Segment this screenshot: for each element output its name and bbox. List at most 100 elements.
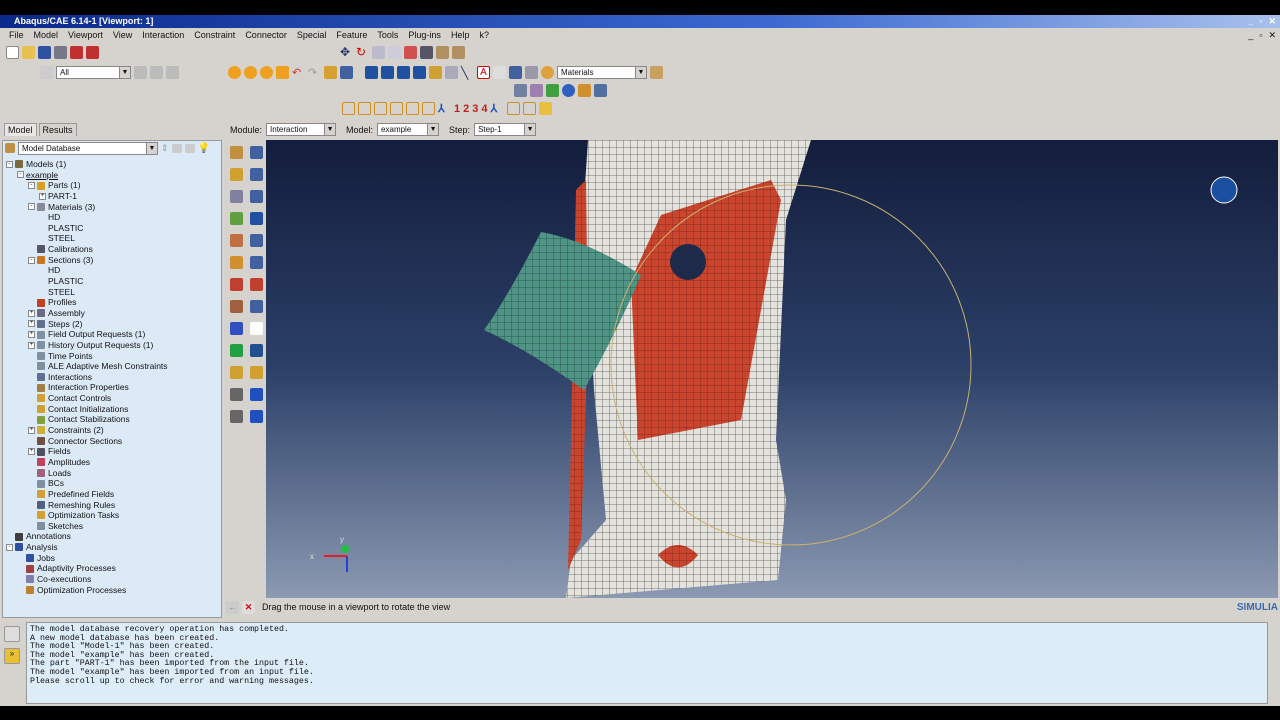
menu-view[interactable]: View xyxy=(108,29,137,42)
tree-item[interactable]: + Assembly xyxy=(6,308,221,319)
doc-close-button[interactable]: ✕ xyxy=(1268,30,1276,41)
auto-fit-icon[interactable] xyxy=(404,46,417,59)
export-icon[interactable] xyxy=(86,46,99,59)
toolbox-tool-icon[interactable] xyxy=(250,234,263,247)
user-view-2[interactable]: 2 xyxy=(463,103,469,115)
maximize-button[interactable]: ▫ xyxy=(1259,15,1262,28)
display-group-icon[interactable] xyxy=(228,66,241,79)
model-select[interactable]: example xyxy=(377,123,440,136)
menu-help[interactable]: Help xyxy=(446,29,475,42)
toolbox-tool-icon[interactable] xyxy=(250,278,263,291)
tab-results[interactable]: Results xyxy=(38,123,77,136)
perspective-icon[interactable] xyxy=(452,46,465,59)
menu-special[interactable]: Special xyxy=(292,29,332,42)
toolbox-tool-icon[interactable] xyxy=(230,366,243,379)
table2-icon[interactable] xyxy=(509,66,522,79)
text-annotation-icon[interactable]: A xyxy=(477,66,490,79)
menu-file[interactable]: File xyxy=(4,29,29,42)
tree-item[interactable]: + PART-1 xyxy=(6,191,221,202)
tree-item[interactable]: Loads xyxy=(6,468,221,479)
user-view-4[interactable]: 4 xyxy=(481,103,487,115)
wireframe-icon[interactable] xyxy=(365,66,378,79)
expand-toggle-icon[interactable]: - xyxy=(6,543,13,551)
tree-source-select[interactable]: Model Database xyxy=(18,141,158,155)
tree-item[interactable]: Optimization Processes xyxy=(6,585,221,596)
menu-tools[interactable]: Tools xyxy=(372,29,403,42)
tree-item[interactable]: Calibrations xyxy=(6,244,221,255)
tree-item[interactable]: Contact Initializations xyxy=(6,404,221,415)
tree-item[interactable]: Co-executions xyxy=(6,574,221,585)
menu-k[interactable]: k? xyxy=(474,29,494,42)
toolbox-tool-icon[interactable] xyxy=(250,388,263,401)
custom-view-icon[interactable]: ⅄ xyxy=(491,102,504,115)
toolbox-tool-icon[interactable] xyxy=(230,168,243,181)
expand-toggle-icon[interactable]: + xyxy=(28,309,35,317)
move-updown-icon[interactable]: ⇕ xyxy=(161,143,169,154)
table-icon[interactable] xyxy=(340,66,353,79)
expand-toggle-icon[interactable]: - xyxy=(28,182,35,190)
zoom-icon[interactable] xyxy=(372,46,385,59)
instance-icon[interactable] xyxy=(324,66,337,79)
filter-icon[interactable] xyxy=(184,143,195,153)
box-solid-icon[interactable] xyxy=(538,102,552,115)
expand-toggle-icon[interactable]: + xyxy=(28,341,35,349)
select-polygon-icon[interactable] xyxy=(166,66,179,79)
toolbox-tool-icon[interactable] xyxy=(230,344,243,357)
cycle-views-icon[interactable] xyxy=(420,46,433,59)
toolbox-tool-icon[interactable] xyxy=(250,168,263,181)
tree-item[interactable]: Annotations xyxy=(6,531,221,542)
menu-interaction[interactable]: Interaction xyxy=(137,29,189,42)
tree-item[interactable]: + Constraints (2) xyxy=(6,425,221,436)
expand-toggle-icon[interactable]: + xyxy=(28,426,35,434)
tree-item[interactable]: + Fields xyxy=(6,446,221,457)
save-icon[interactable] xyxy=(38,46,51,59)
highlight-icon[interactable] xyxy=(276,66,289,79)
tree-item[interactable]: Adaptivity Processes xyxy=(6,563,221,574)
minimize-button[interactable]: _ xyxy=(1248,15,1253,28)
expand-toggle-icon[interactable]: + xyxy=(28,331,35,339)
tree-item[interactable]: Optimization Tasks xyxy=(6,510,221,521)
render-icon[interactable] xyxy=(429,66,442,79)
view-cube-icon[interactable] xyxy=(1210,176,1238,204)
tree-item[interactable]: Connector Sections xyxy=(6,436,221,447)
mesh-display-icon[interactable] xyxy=(530,84,543,97)
expand-toggle-icon[interactable]: + xyxy=(28,448,35,456)
tree-item[interactable]: - Parts (1) xyxy=(6,180,221,191)
front-view-icon[interactable] xyxy=(342,102,355,115)
doc-minimize-button[interactable]: _ xyxy=(1248,30,1253,41)
pointer-icon[interactable] xyxy=(493,66,506,79)
tree-item[interactable]: STEEL xyxy=(6,287,221,298)
info-icon[interactable] xyxy=(562,84,575,97)
tree-item[interactable]: BCs xyxy=(6,478,221,489)
tree-item[interactable]: HD xyxy=(6,265,221,276)
new-icon[interactable] xyxy=(6,46,19,59)
module-select[interactable]: Interaction xyxy=(266,123,337,136)
message-area-icon[interactable] xyxy=(4,626,20,642)
menu-connector[interactable]: Connector xyxy=(240,29,292,42)
box-zoom-icon[interactable] xyxy=(388,46,401,59)
toolbox-tool-icon[interactable] xyxy=(250,410,263,423)
hidden-line-icon[interactable] xyxy=(381,66,394,79)
undo-icon[interactable]: ↶ xyxy=(292,66,305,79)
pan-icon[interactable]: ✥ xyxy=(340,46,353,59)
box-iso-icon[interactable] xyxy=(506,102,520,115)
select-box-icon[interactable] xyxy=(134,66,147,79)
toolbox-tool-icon[interactable] xyxy=(230,190,243,203)
tree-item[interactable]: Contact Controls xyxy=(6,393,221,404)
toolbox-tool-icon[interactable] xyxy=(250,322,263,335)
tree-item[interactable]: PLASTIC xyxy=(6,276,221,287)
query-icon[interactable] xyxy=(436,46,449,59)
filled-icon[interactable] xyxy=(397,66,410,79)
color-code-icon[interactable] xyxy=(541,66,554,79)
layout-icon[interactable] xyxy=(578,84,591,97)
expand-toggle-icon[interactable]: + xyxy=(28,320,35,328)
toolbox-tool-icon[interactable] xyxy=(250,344,263,357)
top-view-icon[interactable] xyxy=(374,102,387,115)
expand-icon[interactable] xyxy=(171,143,182,153)
tree-item[interactable]: Remeshing Rules xyxy=(6,500,221,511)
tree-item[interactable]: PLASTIC xyxy=(6,223,221,234)
tree-item[interactable]: ALE Adaptive Mesh Constraints xyxy=(6,361,221,372)
translucency-icon[interactable] xyxy=(514,84,527,97)
solid-icon[interactable] xyxy=(546,84,559,97)
shaded-icon[interactable] xyxy=(413,66,426,79)
